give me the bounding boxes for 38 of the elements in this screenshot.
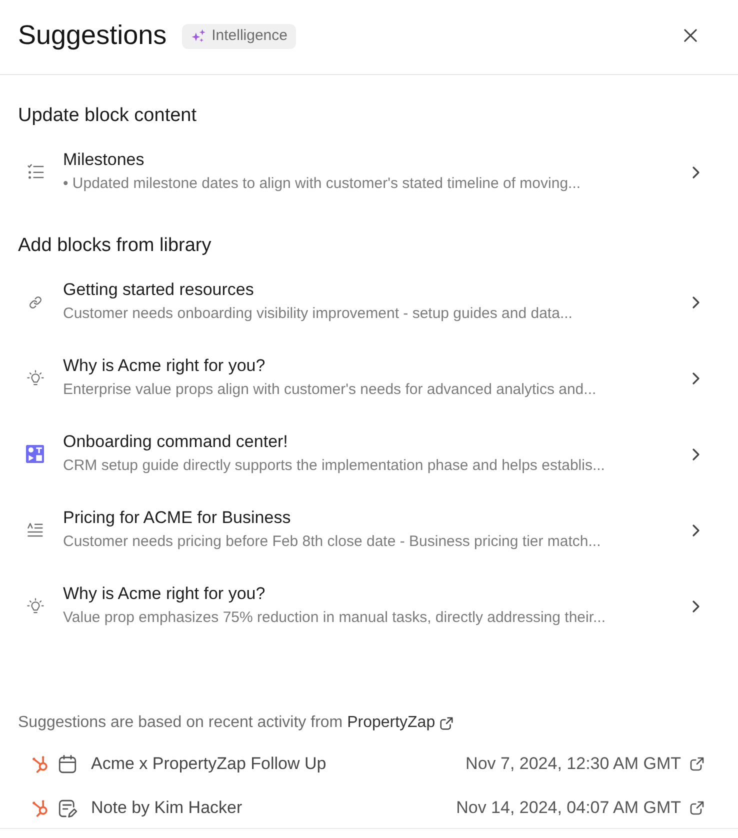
chevron-right-icon — [692, 524, 700, 536]
chevron-right-icon — [692, 372, 700, 384]
activity-title: Acme x PropertyZap Follow Up — [91, 753, 326, 775]
chevron-right-icon — [692, 296, 700, 308]
close-button[interactable] — [682, 26, 699, 44]
activity-title: Note by Kim Hacker — [91, 797, 242, 819]
suggestion-item[interactable]: Milestones • Updated milestone dates to align with customer's stated timeline of moving... — [0, 134, 738, 210]
suggestions-note: Suggestions are based on recent activity from PropertyZap — [18, 712, 454, 734]
note-pencil-icon — [57, 798, 78, 818]
shapes-tile-icon — [26, 445, 44, 463]
section-heading: Add blocks from library — [18, 234, 212, 258]
lightbulb-icon — [26, 598, 44, 614]
lightbulb-icon — [26, 370, 44, 386]
external-link-icon — [439, 716, 454, 730]
external-link-icon — [689, 800, 705, 816]
external-link-icon — [689, 756, 705, 772]
source-link[interactable]: PropertyZap — [347, 712, 454, 734]
text-lines-icon — [27, 522, 43, 538]
activity-date: Nov 7, 2024, 12:30 AM GMT — [466, 753, 681, 775]
suggestion-item[interactable]: Why is Acme right for you? Enterprise value props align with customer's needs for advanced analytics and... — [0, 340, 738, 416]
section-heading: Update block content — [18, 104, 197, 128]
close-icon — [684, 28, 697, 42]
open-link-button[interactable] — [689, 800, 705, 816]
suggestion-item[interactable]: Getting started resources Customer needs onboarding visibility improvement - setup guides and data... — [0, 264, 738, 340]
chevron-right-icon — [692, 448, 700, 460]
calendar-icon — [57, 754, 78, 774]
link-icon — [28, 296, 42, 308]
suggestion-item[interactable]: Pricing for ACME for Business Customer needs pricing before Feb 8th close date - Business pricing tier match... — [0, 492, 738, 568]
suggestion-item[interactable]: Why is Acme right for you? Value prop emphasizes 75% reduction in manual tasks, directly addressing their... — [0, 568, 738, 644]
panel-title: Suggestions — [18, 19, 167, 52]
sparkle-icon — [190, 28, 207, 44]
open-link-button[interactable] — [689, 756, 705, 772]
checklist-icon — [26, 164, 44, 180]
chevron-right-icon — [692, 600, 700, 612]
activity-date: Nov 14, 2024, 04:07 AM GMT — [456, 797, 681, 819]
intelligence-badge: Intelligence — [182, 24, 296, 48]
chevron-right-icon — [692, 166, 700, 178]
suggestion-item[interactable]: Onboarding command center! CRM setup guide directly supports the implementation phase and helps establis... — [0, 416, 738, 492]
